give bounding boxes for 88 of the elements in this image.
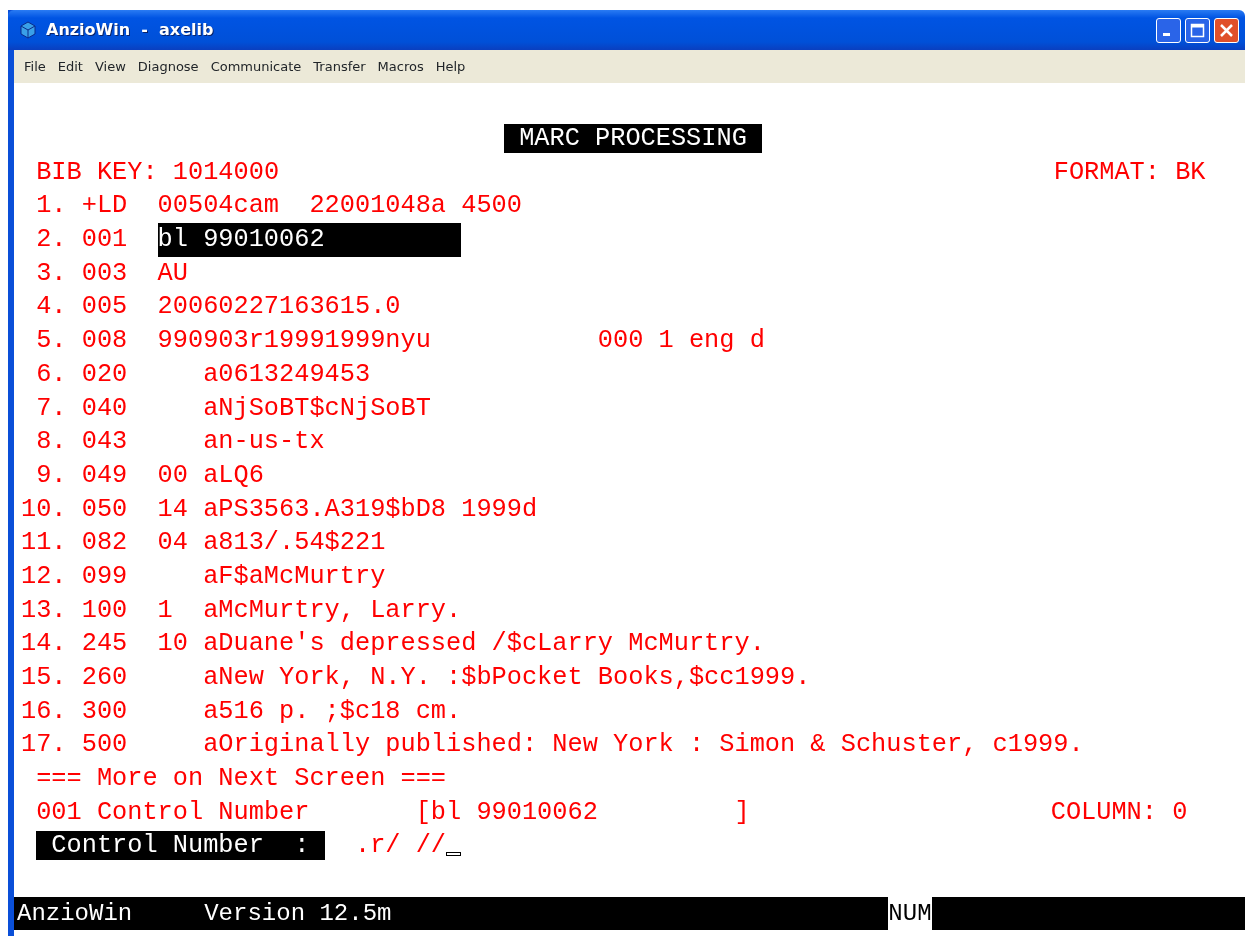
minimize-icon: [1163, 32, 1170, 36]
close-button[interactable]: [1214, 17, 1239, 43]
menu-item[interactable]: Communicate: [206, 56, 310, 77]
line-number: 8.: [35, 426, 67, 459]
field-data: aPS3563.A319$bD8 1999d: [203, 494, 538, 524]
more-notice: === More on Next Screen ===: [36, 764, 447, 794]
field-data: aMcMurtry, Larry.: [203, 595, 462, 625]
minimize-button[interactable]: [1156, 17, 1181, 43]
marc-tag: 005: [81, 292, 128, 322]
field-data: aNjSoBT$cNjSoBT: [203, 393, 431, 423]
marc-tag: 500: [81, 730, 128, 760]
indicators: 00: [157, 459, 188, 492]
marc-tag: 082: [81, 528, 128, 558]
line-number: 2.: [35, 224, 67, 257]
line-number: 10.: [21, 493, 67, 526]
field-value: [bl 99010062 ]: [415, 796, 750, 829]
line-number: 11.: [21, 527, 67, 560]
field-data: aOriginally published: New York : Simon & Schuster, c1999.: [203, 730, 1084, 760]
line-number: 16.: [21, 695, 67, 728]
format-value: BK: [1175, 156, 1206, 189]
line-number: 17.: [21, 729, 67, 762]
field-data: a0613249453: [203, 359, 371, 389]
marc-tag: 008: [81, 326, 128, 356]
line-number: 7.: [35, 392, 67, 425]
field-data: 00504cam 22001048a 4500: [157, 191, 522, 221]
field-data: 990903r19991999nyu 000 1 eng d: [157, 326, 765, 356]
line-number: 15.: [21, 662, 67, 694]
menu-item[interactable]: View: [90, 56, 134, 77]
num-lock-indicator: NUM: [888, 897, 932, 930]
line-number: 6.: [35, 358, 67, 391]
marc-tag: 050: [81, 494, 128, 524]
indicators: 04: [157, 527, 188, 560]
menu-item[interactable]: Edit: [53, 56, 91, 77]
version-text: Version 12.5m: [204, 899, 393, 929]
line-number: 3.: [35, 257, 67, 290]
line-number: 1.: [35, 190, 67, 223]
app-name: AnzioWin: [17, 899, 134, 929]
indicators: 14: [157, 493, 188, 526]
window-title: AnzioWin - axelib: [46, 19, 214, 41]
field-name: 001 Control Number: [36, 796, 311, 829]
line-number: 14.: [21, 628, 67, 661]
marc-tag: 099: [81, 561, 128, 591]
marc-tag: 020: [81, 359, 128, 389]
marc-tag: 001: [81, 225, 128, 255]
field-data: a516 p. ;$c18 cm.: [203, 696, 462, 726]
menu-item[interactable]: Macros: [373, 56, 432, 77]
marc-tag: 260: [81, 663, 128, 692]
field-data: aDuane's depressed /$cLarry McMurtry.: [203, 629, 765, 659]
indicators: 1: [157, 594, 174, 627]
line-number: 5.: [35, 325, 67, 358]
column-value: 0: [1172, 796, 1188, 829]
marc-tag: +LD: [81, 191, 128, 221]
indicators: 10: [157, 628, 188, 661]
field-data: AU: [157, 258, 188, 288]
line-number: 9.: [35, 459, 67, 492]
field-data: 20060227163615.0: [157, 292, 401, 322]
text-cursor: [446, 852, 462, 857]
menu-item[interactable]: Transfer: [309, 56, 374, 77]
menu-item[interactable]: File: [20, 56, 54, 77]
command-input[interactable]: .r/ //: [354, 831, 447, 861]
menu-item[interactable]: Help: [431, 56, 474, 77]
field-data: aF$aMcMurtry: [203, 561, 386, 591]
column-label: COLUMN:: [1050, 796, 1157, 829]
line-number: 4.: [35, 291, 67, 324]
bib-key-value: 1014000: [172, 156, 280, 189]
line-number: 12.: [21, 560, 67, 593]
format-label: FORMAT:: [1053, 156, 1160, 189]
field-data: a813/.54$221: [203, 528, 386, 558]
marc-tag: 100: [81, 595, 128, 625]
close-icon: [1219, 22, 1234, 38]
field-data: an-us-tx: [203, 427, 325, 457]
marc-tag: 040: [81, 393, 128, 423]
marc-tag: 003: [81, 258, 128, 288]
line-number: 13.: [21, 594, 67, 627]
marc-tag: 049: [81, 460, 128, 490]
field-data: bl 99010062: [157, 223, 462, 257]
bib-key-label: BIB KEY:: [36, 156, 158, 189]
prompt-label: Control Number :: [36, 831, 325, 861]
maximize-icon: [1190, 22, 1205, 38]
app-cube-icon: [18, 20, 38, 40]
marc-tag: 300: [81, 696, 128, 726]
marc-tag: 043: [81, 427, 128, 457]
marc-tag: 245: [81, 629, 128, 659]
menu-item[interactable]: Diagnose: [133, 56, 207, 77]
field-data: aNew York, N.Y. :$bPocket Books,$cc1999.: [203, 663, 811, 692]
field-data: aLQ6: [203, 460, 264, 490]
maximize-button[interactable]: [1185, 17, 1210, 43]
screen-heading: MARC PROCESSING: [503, 124, 763, 153]
